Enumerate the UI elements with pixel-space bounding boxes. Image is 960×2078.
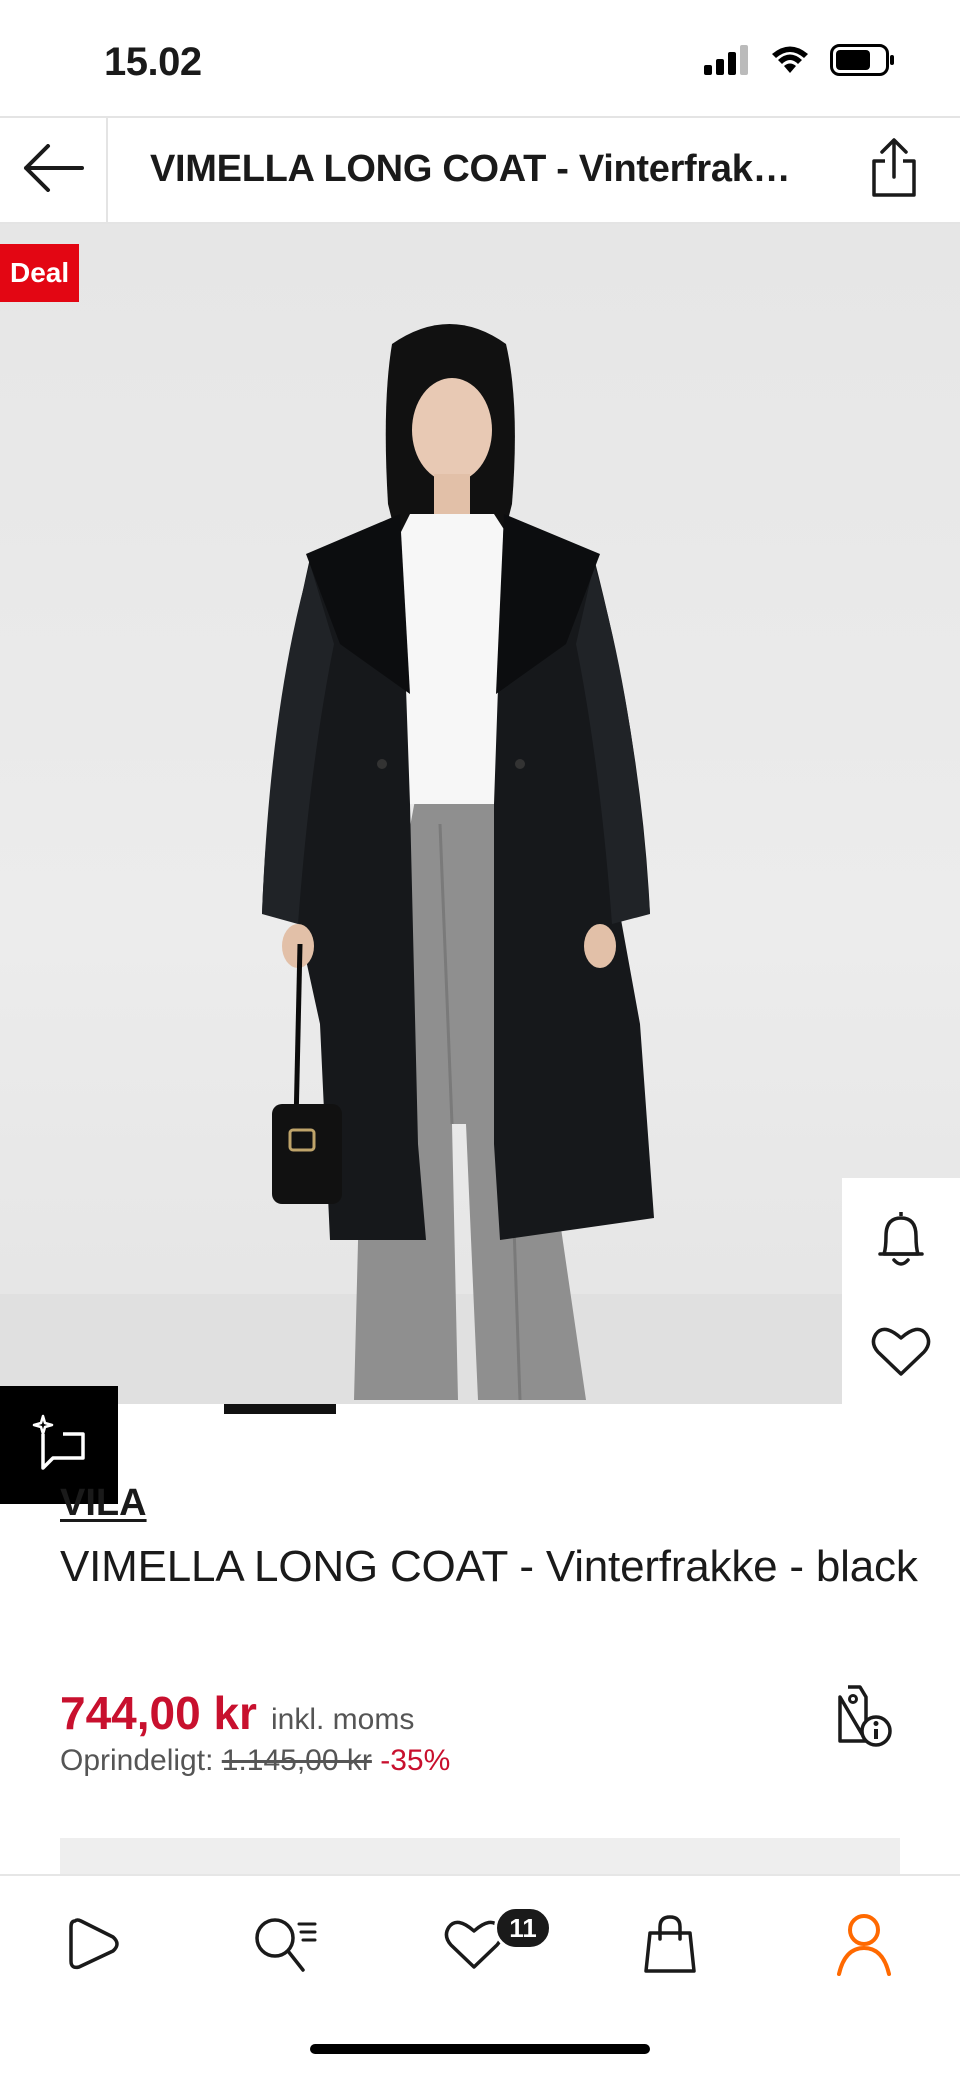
deal-badge: Deal: [0, 244, 80, 302]
discount-percent: -35%: [380, 1744, 451, 1777]
status-bar: 15.02: [0, 0, 960, 118]
wishlist-button[interactable]: [862, 1314, 940, 1392]
price-info-button[interactable]: [828, 1682, 900, 1754]
battery-icon: [830, 44, 896, 81]
heart-icon: [871, 1324, 931, 1383]
brand-link[interactable]: VILA: [60, 1482, 147, 1525]
image-action-rail: [842, 1178, 960, 1416]
original-label: Oprindeligt:: [60, 1744, 214, 1777]
home-icon: [65, 1915, 123, 1978]
arrow-left-icon: [22, 143, 84, 197]
home-indicator: [310, 2044, 650, 2054]
nav-profile[interactable]: [820, 1902, 908, 1990]
nav-bag[interactable]: [626, 1902, 714, 1990]
nav-search[interactable]: [242, 1902, 330, 1990]
status-time: 15.02: [104, 40, 202, 84]
top-header: VIMELLA LONG COAT - Vinterfrakke - black: [0, 116, 960, 224]
pager-bar: [336, 1404, 782, 1414]
product-image[interactable]: [0, 224, 960, 1404]
share-icon: [870, 137, 918, 204]
size-selector-preview[interactable]: [60, 1838, 900, 1874]
product-name: VIMELLA LONG COAT - Vinterfrakke - black: [60, 1542, 918, 1591]
share-button[interactable]: [858, 134, 930, 206]
wifi-icon: [770, 45, 810, 80]
original-price: 1.145,00 kr: [221, 1744, 372, 1777]
gallery-pager: [0, 1404, 960, 1418]
notify-button[interactable]: [862, 1202, 940, 1280]
nav-home[interactable]: [50, 1902, 138, 1990]
back-button[interactable]: [0, 118, 108, 222]
profile-icon: [835, 1912, 893, 1981]
original-price-row: Oprindeligt: 1.145,00 kr -35%: [60, 1744, 450, 1778]
bell-icon: [876, 1208, 926, 1275]
status-icons: [704, 44, 896, 81]
vat-note: inkl. moms: [270, 1703, 415, 1736]
search-icon: [253, 1914, 319, 1979]
price-row: 744,00 kr inkl. moms: [60, 1686, 414, 1740]
sale-price: 744,00 kr: [60, 1687, 257, 1739]
model-photo: [262, 324, 654, 1401]
signal-icon: [704, 45, 750, 80]
bag-icon: [642, 1913, 698, 1980]
sparkle-comment-icon: [31, 1414, 87, 1477]
pager-active-bar: [224, 1404, 336, 1414]
wishlist-count-badge: 11: [494, 1906, 552, 1950]
header-title: VIMELLA LONG COAT - Vinterfrakke - black: [150, 148, 810, 190]
price-tag-info-icon: [834, 1683, 894, 1754]
